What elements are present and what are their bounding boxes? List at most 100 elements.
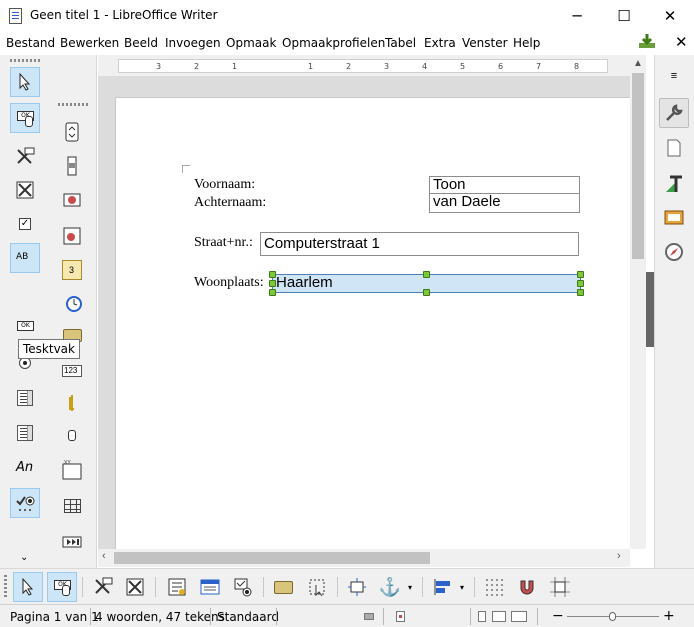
control-properties-button[interactable]	[120, 572, 150, 602]
menu-opmaakprofielen[interactable]: Opmaakprofielen	[282, 36, 385, 50]
book-view-icon[interactable]	[511, 611, 527, 622]
align-objects-button[interactable]	[428, 572, 458, 602]
toolbar-grip[interactable]	[4, 575, 7, 599]
text-box-tool[interactable]: AB	[10, 243, 40, 273]
form-properties-button[interactable]	[162, 572, 192, 602]
pattern-field-tool[interactable]	[57, 421, 87, 451]
page-indicator[interactable]: Pagina 1 van 1	[10, 610, 99, 624]
close-button[interactable]: ✕	[647, 0, 693, 31]
display-grid-button[interactable]	[479, 572, 509, 602]
sidebar-toggle-handle[interactable]	[646, 272, 654, 347]
group-box-tool[interactable]: XY	[57, 455, 87, 485]
table-control-tool[interactable]	[57, 491, 87, 521]
maximize-button[interactable]: ☐	[601, 0, 647, 31]
word-count[interactable]: 4 woorden, 47 tekens	[95, 610, 225, 624]
resize-handle[interactable]	[577, 280, 584, 287]
navigator-tab[interactable]	[659, 237, 689, 267]
checkbox-tool[interactable]: ✓	[10, 209, 40, 239]
resize-handle[interactable]	[269, 271, 276, 278]
voornaam-field[interactable]: Toon	[429, 176, 580, 194]
vertical-scroll-thumb[interactable]	[632, 73, 644, 259]
chevron-down-icon[interactable]: ▾	[408, 583, 412, 592]
helplines-while-moving-button[interactable]	[545, 572, 575, 602]
design-mode-button[interactable]	[10, 142, 40, 172]
activation-order-button[interactable]	[228, 572, 258, 602]
compass-icon	[665, 243, 683, 261]
menu-beeld[interactable]: Beeld	[124, 36, 158, 50]
straat-field[interactable]: Computerstraat 1	[260, 232, 579, 256]
update-available-icon[interactable]	[638, 33, 656, 49]
combo-box-tool[interactable]	[10, 418, 40, 448]
select-button[interactable]	[10, 67, 40, 97]
vertical-scrollbar[interactable]: ▲	[630, 55, 646, 549]
resize-handle[interactable]	[269, 289, 276, 296]
snap-to-grid-button[interactable]	[512, 572, 542, 602]
document-page[interactable]: Voornaam: Toon Achternaam: van Daele Str…	[115, 97, 630, 549]
scroll-right-icon[interactable]: ›	[617, 550, 621, 562]
resize-handle[interactable]	[577, 289, 584, 296]
close-document-icon[interactable]: ✕	[675, 33, 688, 51]
page-style[interactable]: Standaard	[217, 610, 279, 624]
horizontal-scroll-thumb[interactable]	[114, 552, 430, 564]
menu-bestand[interactable]: Bestand	[6, 36, 55, 50]
zoom-in-button[interactable]: +	[663, 608, 675, 624]
list-box-tool[interactable]	[10, 383, 40, 413]
more-controls-button[interactable]	[10, 488, 40, 518]
select-button[interactable]	[13, 572, 43, 602]
push-button-tool[interactable]: OK	[47, 572, 77, 602]
spin-button-tool[interactable]	[57, 117, 87, 147]
automatic-control-focus-button[interactable]	[302, 572, 332, 602]
sidebar-menu-button[interactable]: ≡	[659, 61, 689, 91]
resize-handle[interactable]	[269, 280, 276, 287]
design-mode-button[interactable]	[88, 572, 118, 602]
control-properties-button[interactable]	[10, 175, 40, 205]
gallery-tab[interactable]	[659, 202, 689, 232]
date-field-tool[interactable]: 3	[57, 255, 87, 285]
push-button-tool[interactable]: OK	[10, 103, 40, 133]
resize-handle[interactable]	[423, 289, 430, 296]
styles-tab[interactable]	[659, 169, 689, 199]
scroll-left-icon[interactable]: ‹	[102, 550, 106, 562]
horizontal-ruler[interactable]: 3 2 1 1 2 3 4 5 6 7 8	[98, 55, 630, 76]
menu-invoegen[interactable]: Invoegen	[165, 36, 221, 50]
currency-field-tool[interactable]	[57, 388, 87, 418]
resize-handle[interactable]	[423, 271, 430, 278]
document-modified-icon[interactable]	[396, 611, 405, 622]
menu-opmaak[interactable]: Opmaak	[226, 36, 276, 50]
open-in-design-mode-button[interactable]	[268, 572, 298, 602]
image-control-tool[interactable]	[57, 221, 87, 251]
form-navigator-button[interactable]	[195, 572, 225, 602]
achternaam-field[interactable]: van Daele	[429, 193, 580, 213]
menu-help[interactable]: Help	[513, 36, 540, 50]
menu-extra[interactable]: Extra	[424, 36, 456, 50]
image-button-tool[interactable]	[57, 185, 87, 215]
zoom-out-button[interactable]: −	[552, 608, 564, 624]
zoom-slider-knob[interactable]	[609, 612, 616, 621]
menu-venster[interactable]: Venster	[462, 36, 508, 50]
woonplaats-label: Woonplaats:	[194, 275, 264, 290]
time-field-tool[interactable]	[57, 288, 87, 318]
multi-page-view-icon[interactable]	[492, 611, 506, 622]
toolbar-grip[interactable]	[58, 103, 88, 106]
horizontal-scrollbar[interactable]: ‹ ›	[98, 549, 630, 567]
anchor-button[interactable]: ⚓	[375, 572, 405, 602]
minimize-button[interactable]: ─	[554, 0, 600, 31]
select-icon	[19, 72, 31, 91]
navigation-bar-tool[interactable]	[57, 527, 87, 557]
language-icon[interactable]	[364, 613, 374, 620]
properties-tab[interactable]	[659, 98, 689, 128]
page-tab[interactable]	[659, 133, 689, 163]
single-page-view-icon[interactable]	[478, 611, 486, 622]
chevron-down-icon[interactable]: ▾	[460, 583, 464, 592]
document-area[interactable]: Voornaam: Toon Achternaam: van Daele Str…	[98, 76, 630, 549]
gallery-icon	[664, 210, 684, 225]
chevron-down-icon[interactable]: ⌄	[20, 552, 28, 563]
position-size-button[interactable]	[342, 572, 372, 602]
menu-bewerken[interactable]: Bewerken	[60, 36, 119, 50]
scroll-up-icon[interactable]: ▲	[633, 58, 643, 69]
menu-tabel[interactable]: Tabel	[385, 36, 416, 50]
toolbar-grip[interactable]	[10, 59, 40, 62]
scrollbar-tool[interactable]	[57, 151, 87, 181]
label-field-tool[interactable]: An	[10, 453, 40, 483]
resize-handle[interactable]	[577, 271, 584, 278]
